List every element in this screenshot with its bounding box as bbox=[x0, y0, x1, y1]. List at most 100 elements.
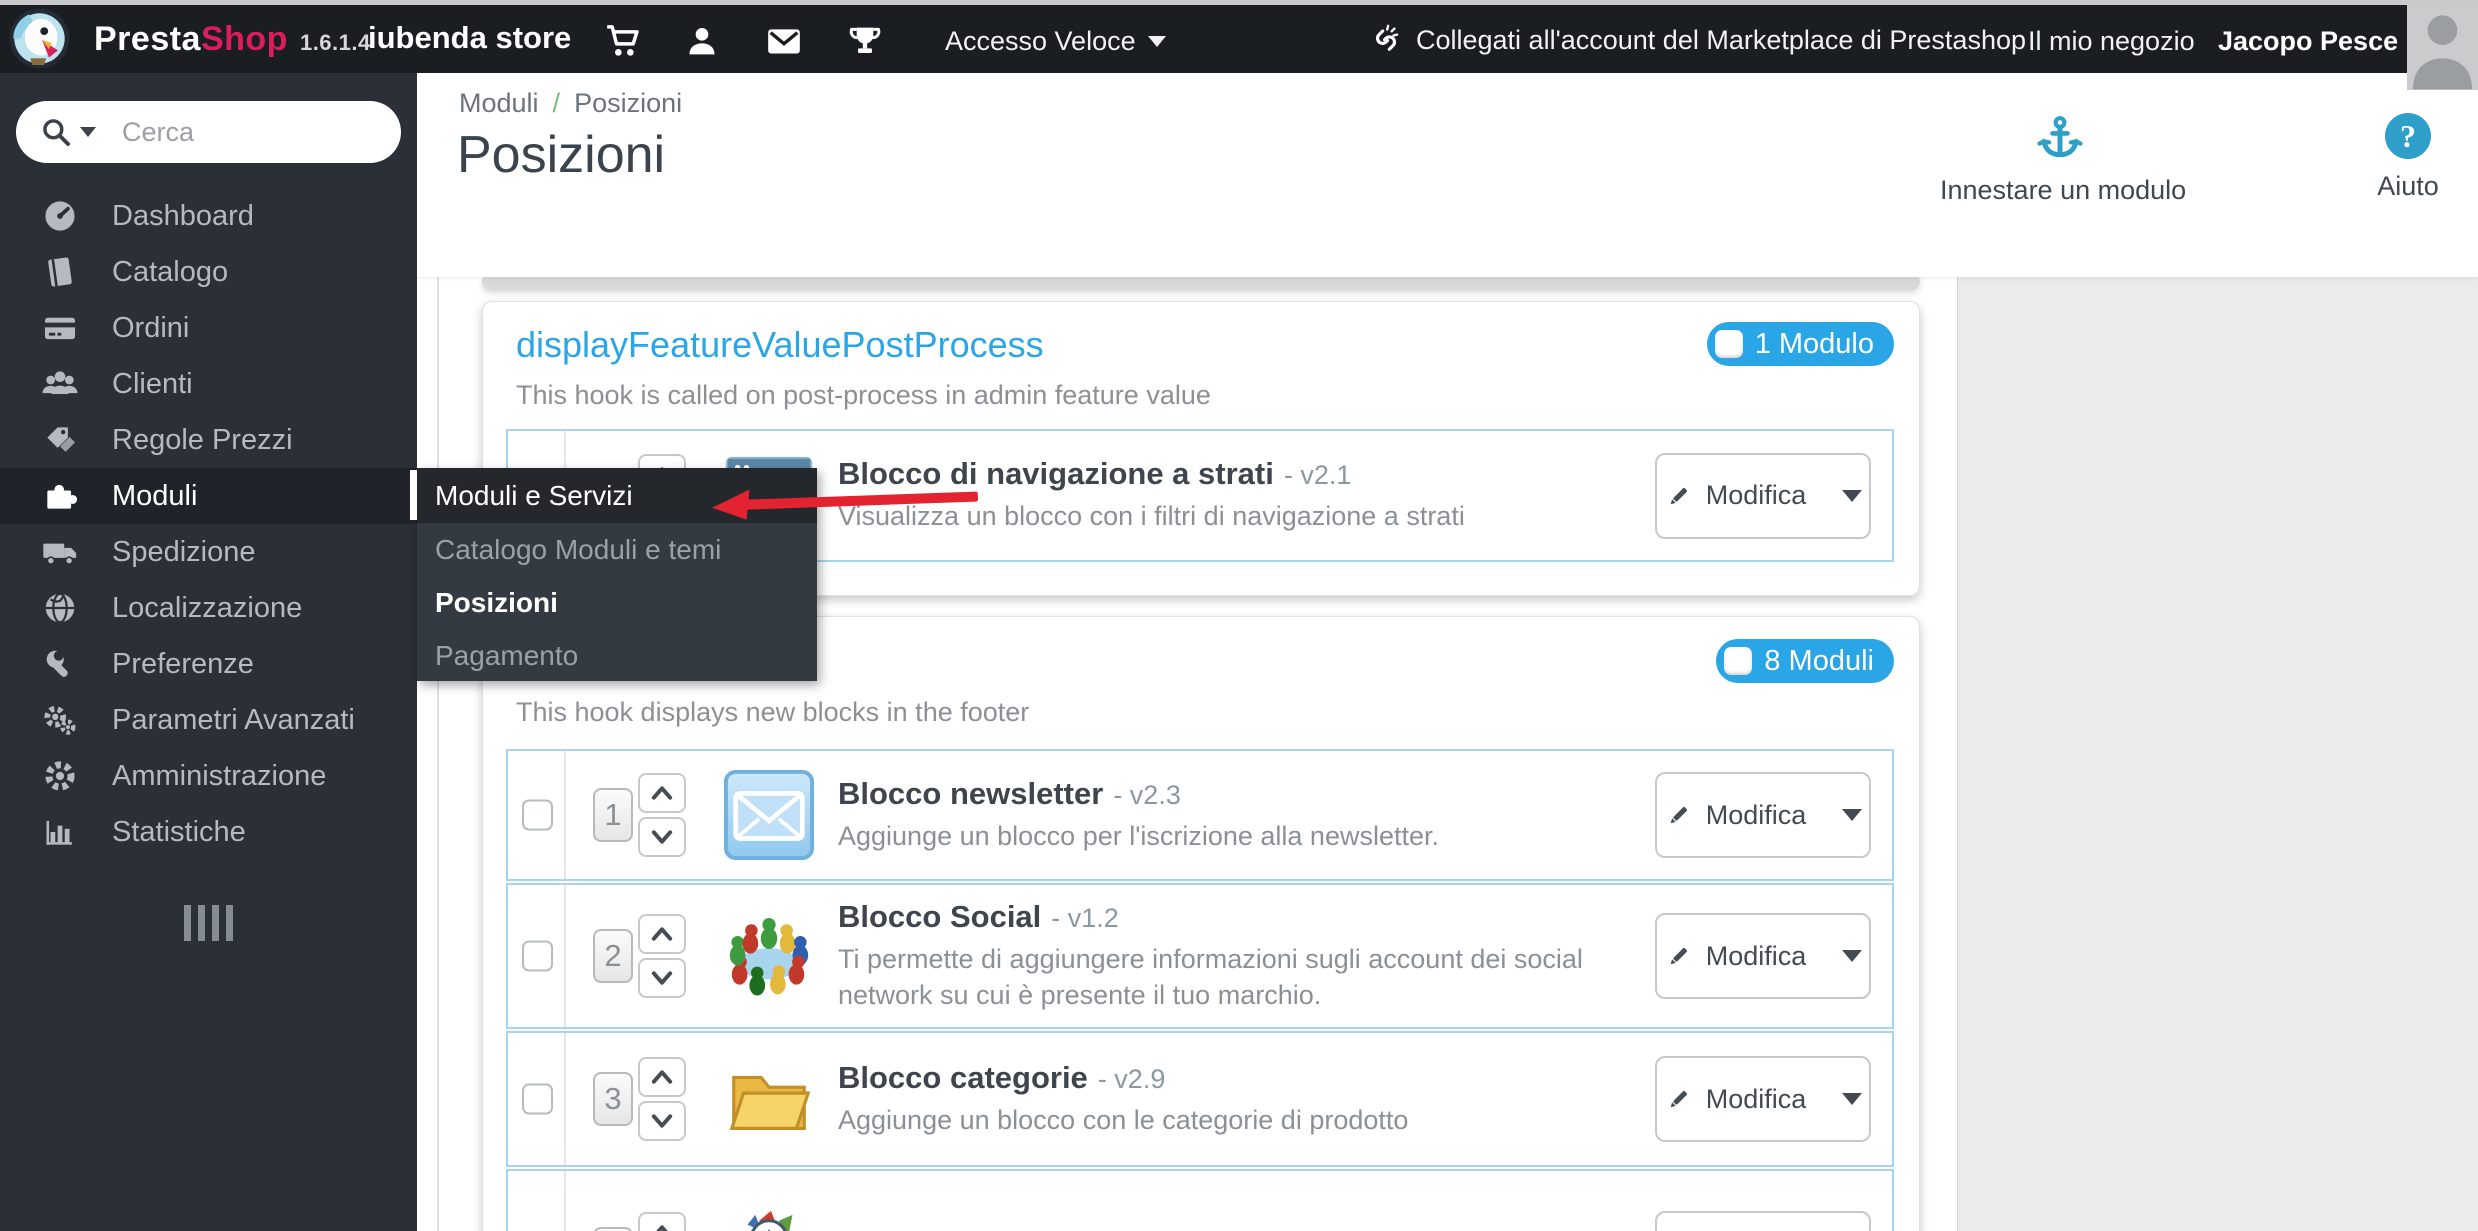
move-down-button[interactable] bbox=[638, 958, 686, 998]
sidebar-item-label: Ordini bbox=[112, 312, 189, 345]
hook-module-count-badge[interactable]: 1 Modulo bbox=[1707, 322, 1894, 366]
marketplace-link[interactable]: Collegati all'account del Marketplace di… bbox=[1368, 22, 2026, 58]
prestashop-logo-icon[interactable] bbox=[8, 7, 71, 70]
sidebar-item-label: Parametri Avanzati bbox=[112, 704, 355, 737]
edit-module-button[interactable]: Modifica bbox=[1655, 913, 1871, 999]
badge-checkbox[interactable] bbox=[1724, 647, 1752, 675]
hook-module-count-badge[interactable]: 8 Moduli bbox=[1716, 639, 1894, 683]
module-description: Visualizza un blocco con i filtri di nav… bbox=[838, 498, 1632, 534]
sidebar-item-amministrazione[interactable]: Amministrazione bbox=[0, 748, 417, 804]
pencil-icon bbox=[1664, 801, 1692, 829]
edit-module-button[interactable]: Modifica bbox=[1655, 1211, 1871, 1231]
module-version: - v2.1 bbox=[1284, 460, 1352, 490]
module-name: Blocco newsletter bbox=[838, 776, 1103, 811]
hook-module-button[interactable]: Innestare un modulo bbox=[1940, 113, 2180, 206]
submenu-item-catalogo-moduli-e-temi[interactable]: Catalogo Moduli e temi bbox=[417, 523, 817, 576]
move-up-button[interactable] bbox=[638, 914, 686, 954]
badge-checkbox[interactable] bbox=[1715, 330, 1743, 358]
sidebar-collapse-handle[interactable] bbox=[0, 905, 417, 941]
hook-name-link[interactable]: displayFeatureValuePostProcess bbox=[516, 324, 1044, 366]
sidebar-item-label: Spedizione bbox=[112, 536, 256, 569]
right-gutter bbox=[1957, 277, 2478, 1231]
edit-dropdown-caret-icon[interactable] bbox=[1842, 950, 1862, 962]
position-number: 3 bbox=[593, 1072, 633, 1126]
sidebar-item-clienti[interactable]: Clienti bbox=[0, 356, 417, 412]
sidebar-item-ordini[interactable]: Ordini bbox=[0, 300, 417, 356]
submenu-item-moduli-e-servizi[interactable]: Moduli e Servizi bbox=[417, 468, 817, 523]
module-checkbox[interactable] bbox=[522, 941, 553, 972]
sidebar-search bbox=[16, 101, 401, 163]
sidebar-item-preferenze[interactable]: Preferenze bbox=[0, 636, 417, 692]
customers-topbar-icon[interactable] bbox=[682, 21, 722, 61]
module-row: 2 bbox=[506, 883, 1894, 1029]
broken-link-icon bbox=[1368, 22, 1404, 58]
breadcrumb: Moduli / Posizioni bbox=[459, 88, 682, 119]
my-shop-link[interactable]: Il mio negozio bbox=[2028, 26, 2195, 57]
hook-module-label: Innestare un modulo bbox=[1940, 175, 2180, 206]
pencil-icon bbox=[1664, 942, 1692, 970]
quick-access-menu[interactable]: Accesso Veloce bbox=[945, 26, 1166, 57]
hook-description: This hook is called on post-process in a… bbox=[516, 380, 1211, 411]
shipping-icon bbox=[38, 532, 82, 572]
sidebar-item-regole-prezzi[interactable]: Regole Prezzi bbox=[0, 412, 417, 468]
sidebar-item-catalogo[interactable]: Catalogo bbox=[0, 244, 417, 300]
price-rules-icon bbox=[38, 420, 82, 460]
search-scope-caret-icon[interactable] bbox=[80, 127, 96, 137]
edit-module-button[interactable]: Modifica bbox=[1655, 772, 1871, 858]
move-up-button[interactable] bbox=[638, 773, 686, 813]
catalog-icon bbox=[38, 252, 82, 292]
sidebar-item-spedizione[interactable]: Spedizione bbox=[0, 524, 417, 580]
module-icon-cms bbox=[722, 1207, 816, 1231]
help-button[interactable]: Aiuto bbox=[2363, 113, 2453, 202]
module-icon-newsletter bbox=[722, 768, 816, 862]
edit-dropdown-caret-icon[interactable] bbox=[1842, 1093, 1862, 1105]
sidebar-item-localizzazione[interactable]: Localizzazione bbox=[0, 580, 417, 636]
sidebar-item-dashboard[interactable]: Dashboard bbox=[0, 188, 417, 244]
sidebar-item-parametri-avanzati[interactable]: Parametri Avanzati bbox=[0, 692, 417, 748]
sidebar-nav: Dashboard Catalogo bbox=[0, 188, 417, 860]
move-up-button[interactable] bbox=[638, 1057, 686, 1097]
edit-label: Modifica bbox=[1706, 800, 1807, 831]
cart-icon[interactable] bbox=[603, 21, 643, 61]
edit-module-button[interactable]: Modifica bbox=[1655, 1056, 1871, 1142]
sidebar-item-label: Catalogo bbox=[112, 256, 228, 289]
sidebar-item-label: Regole Prezzi bbox=[112, 424, 293, 457]
avatar[interactable] bbox=[2407, 0, 2478, 90]
search-icon[interactable] bbox=[40, 116, 72, 148]
shop-name: iubenda store bbox=[368, 20, 571, 56]
reorder-controls bbox=[638, 1057, 686, 1141]
mail-icon[interactable] bbox=[764, 21, 804, 61]
module-text: Blocco newsletter- v2.3 Aggiunge un bloc… bbox=[838, 751, 1632, 879]
module-checkbox[interactable] bbox=[522, 800, 553, 831]
edit-dropdown-caret-icon[interactable] bbox=[1842, 490, 1862, 502]
trophy-icon[interactable] bbox=[845, 21, 885, 61]
row-divider bbox=[564, 1033, 566, 1165]
localization-icon bbox=[38, 588, 82, 628]
sidebar: Dashboard Catalogo bbox=[0, 73, 417, 1231]
sidebar-item-statistiche[interactable]: Statistiche bbox=[0, 804, 417, 860]
module-row: 1 bbox=[506, 749, 1894, 881]
module-name: Blocco categorie bbox=[838, 1060, 1088, 1095]
move-down-button[interactable] bbox=[638, 817, 686, 857]
submenu-item-pagamento[interactable]: Pagamento bbox=[417, 629, 817, 682]
sidebar-item-moduli[interactable]: Moduli bbox=[0, 468, 417, 524]
reorder-controls bbox=[638, 1212, 686, 1231]
submenu-item-posizioni[interactable]: Posizioni bbox=[417, 576, 817, 629]
module-checkbox[interactable] bbox=[522, 1084, 553, 1115]
edit-label: Modifica bbox=[1706, 1084, 1807, 1115]
move-up-button[interactable] bbox=[638, 1212, 686, 1231]
breadcrumb-current[interactable]: Posizioni bbox=[574, 88, 682, 119]
user-menu[interactable]: Jacopo Pesce bbox=[2218, 26, 2430, 57]
edit-module-button[interactable]: Modifica bbox=[1655, 453, 1871, 539]
move-down-button[interactable] bbox=[638, 1101, 686, 1141]
row-divider bbox=[564, 885, 566, 1027]
content-edge-divider bbox=[437, 277, 439, 1231]
module-title: Blocco categorie- v2.9 bbox=[838, 1060, 1632, 1096]
brand-second: Shop bbox=[201, 20, 288, 58]
content-body: displayFeatureValuePostProcess 1 Modulo … bbox=[417, 277, 1957, 1231]
breadcrumb-parent[interactable]: Moduli bbox=[459, 88, 539, 119]
page-header: Moduli / Posizioni Posizioni Innestare u… bbox=[417, 73, 2478, 277]
search-input[interactable] bbox=[96, 117, 476, 148]
dashboard-icon bbox=[38, 196, 82, 236]
edit-dropdown-caret-icon[interactable] bbox=[1842, 809, 1862, 821]
